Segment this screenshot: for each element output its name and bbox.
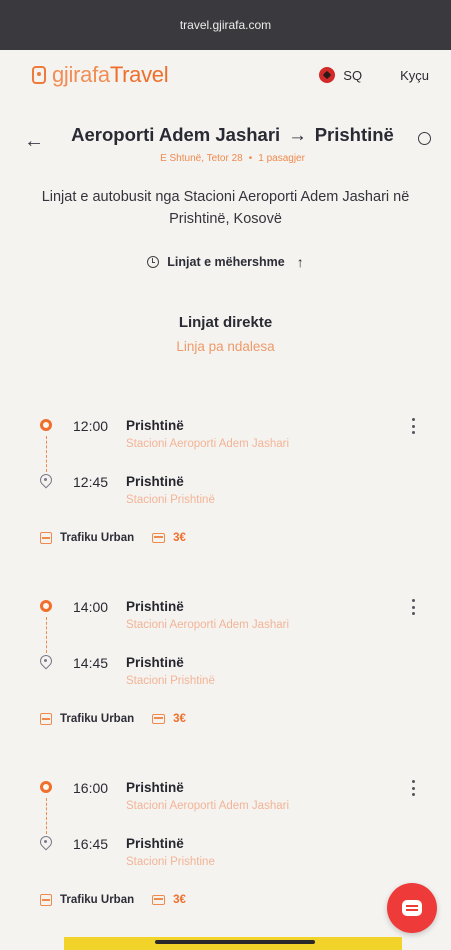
trip-card[interactable]: 16:00 Prishtinë Stacioni Aeroporti Adem …	[0, 780, 451, 910]
arrival-time: 16:45	[73, 836, 109, 852]
operator-name: Trafiku Urban	[60, 532, 135, 544]
trip-card[interactable]: 12:00 Prishtinë Stacioni Aeroporti Adem …	[0, 418, 451, 548]
ticket-icon	[152, 533, 166, 543]
departure-city: Prishtinë	[126, 599, 184, 614]
departure-station: Stacioni Aeroporti Adem Jashari	[126, 800, 290, 812]
route-passengers: 1 pasagjer	[258, 153, 305, 164]
more-vertical-icon[interactable]	[411, 780, 415, 796]
departure-station: Stacioni Aeroporti Adem Jashari	[126, 619, 290, 631]
ticket-icon	[152, 714, 166, 724]
route-date: E Shtunë, Tetor 28	[160, 153, 243, 164]
ticket-price: 3€	[173, 532, 186, 544]
route-line	[45, 436, 47, 472]
arrow-left-icon[interactable]: ←	[24, 130, 56, 153]
ticket-price: 3€	[173, 713, 186, 725]
gjirafa-logo-icon	[32, 66, 46, 84]
ticket-icon	[152, 895, 166, 905]
departure-time: 16:00	[73, 780, 109, 796]
albania-flag-icon	[319, 67, 336, 83]
logo[interactable]: gjirafaTravel	[32, 62, 319, 88]
operator-name: Trafiku Urban	[60, 713, 135, 725]
operator-name: Trafiku Urban	[60, 894, 135, 906]
location-pin-icon	[40, 474, 52, 488]
bus-icon	[40, 532, 52, 544]
departure-time: 14:00	[73, 599, 109, 615]
departure-stop: 16:00 Prishtinë Stacioni Aeroporti Adem …	[0, 780, 451, 834]
arrival-city: Prishtinë	[126, 474, 184, 489]
arrow-up-icon: ↑	[296, 254, 304, 270]
arrival-station: Stacioni Prishtinë	[126, 494, 215, 506]
top-navigation: gjirafaTravel SQ Kyçu	[0, 50, 451, 100]
route-header: ← Aeroporti Adem Jashari → Prishtinë E Sht…	[0, 100, 451, 164]
route-from: Aeroporti Adem Jashari	[71, 124, 281, 145]
route-arrow-icon: →	[288, 124, 307, 145]
language-code: SQ	[343, 67, 363, 83]
departure-station: Stacioni Aeroporti Adem Jashari	[126, 438, 290, 450]
arrival-time: 14:45	[73, 655, 109, 671]
route-line	[45, 798, 47, 834]
arrival-city: Prishtinë	[126, 655, 184, 670]
arrival-station: Stacioni Prishtinë	[126, 675, 215, 687]
earlier-lines-button[interactable]: Linjat e mëhershme ↑	[0, 254, 451, 270]
arrival-city: Prishtinë	[126, 836, 184, 851]
arrival-station: Stacioni Prishtine	[126, 856, 215, 868]
route-title: Aeroporti Adem Jashari → Prishtinë	[56, 124, 409, 146]
departure-city: Prishtinë	[126, 780, 184, 795]
departure-time: 12:00	[73, 418, 109, 434]
trip-footer: Trafiku Urban 3€	[40, 894, 186, 906]
bus-icon	[40, 894, 52, 906]
search-icon	[418, 132, 431, 145]
route-summary[interactable]: Aeroporti Adem Jashari → Prishtinë E Shtun…	[56, 124, 409, 164]
location-pin-icon	[40, 836, 52, 850]
departure-stop: 14:00 Prishtinë Stacioni Aeroporti Adem …	[0, 599, 451, 653]
url-text: travel.gjirafa.com	[179, 18, 272, 32]
bus-icon	[40, 713, 52, 725]
departure-dot-icon	[40, 781, 52, 793]
departure-dot-icon	[40, 419, 52, 431]
more-vertical-icon[interactable]	[411, 599, 415, 615]
login-link[interactable]: Kyçu	[400, 68, 429, 83]
arrival-stop: 14:45 Prishtinë Stacioni Prishtinë	[0, 655, 451, 695]
arrival-time: 12:45	[73, 474, 109, 490]
route-details: E Shtunë, Tetor 28 • 1 pasagjer	[160, 153, 305, 164]
ticket-price: 3€	[173, 894, 186, 906]
chat-button[interactable]	[387, 883, 437, 933]
section-title: Linjat direkte	[178, 314, 273, 331]
search-button[interactable]	[409, 132, 431, 145]
page-description: Linjat e autobusit nga Stacioni Aeroport…	[41, 189, 410, 227]
departure-dot-icon	[40, 600, 52, 612]
route-line	[45, 617, 47, 653]
more-vertical-icon[interactable]	[411, 418, 415, 434]
chat-icon	[402, 900, 422, 916]
arrival-stop: 12:45 Prishtinë Stacioni Prishtinë	[0, 474, 451, 514]
route-to: Prishtinë	[314, 124, 394, 145]
earlier-lines-label: Linjat e mëhershme	[167, 255, 285, 269]
home-indicator[interactable]	[155, 940, 315, 944]
arrival-stop: 16:45 Prishtinë Stacioni Prishtine	[0, 836, 451, 876]
browser-url-bar[interactable]: travel.gjirafa.com	[0, 0, 451, 50]
location-pin-icon	[40, 655, 52, 669]
trip-footer: Trafiku Urban 3€	[40, 532, 186, 544]
history-icon	[147, 256, 160, 268]
language-selector[interactable]: SQ	[319, 67, 362, 83]
logo-text: gjirafaTravel	[52, 62, 169, 87]
departure-stop: 12:00 Prishtinë Stacioni Aeroporti Adem …	[0, 418, 451, 472]
trip-card[interactable]: 14:00 Prishtinë Stacioni Aeroporti Adem …	[0, 599, 451, 729]
departure-city: Prishtinë	[126, 418, 184, 433]
trip-footer: Trafiku Urban 3€	[40, 713, 186, 725]
section-subtitle: Linja pa ndalesa	[176, 339, 275, 354]
